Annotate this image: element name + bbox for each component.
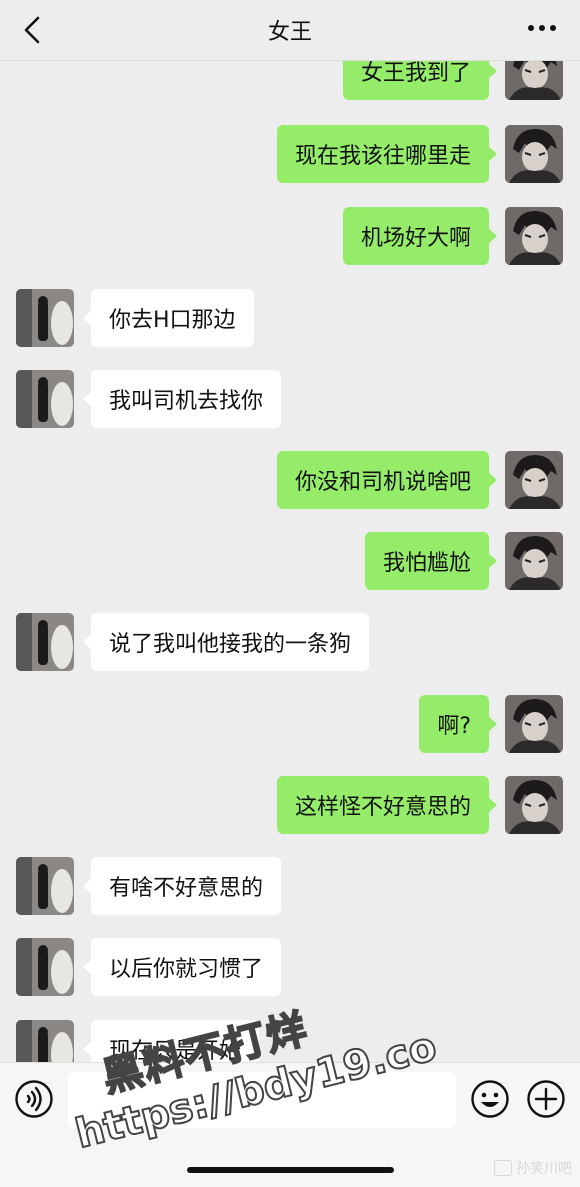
- avatar-other[interactable]: [16, 289, 74, 347]
- message-bubble-other[interactable]: 以后你就习惯了: [82, 938, 282, 996]
- more-icon[interactable]: [526, 16, 558, 40]
- avatar-other[interactable]: [16, 1020, 74, 1062]
- message-bubble-self[interactable]: 现在我该往哪里走: [276, 125, 498, 183]
- avatar-self[interactable]: [505, 451, 563, 509]
- weibo-logo-icon: [494, 1160, 512, 1176]
- message-bubble-self[interactable]: 我怕尴尬: [364, 532, 498, 590]
- message-row: 说了我叫他接我的一条狗: [0, 613, 580, 673]
- avatar-self[interactable]: [505, 532, 563, 590]
- chat-area[interactable]: 女王我到了 现在我该往哪里走 机场好大啊 你去H口那边 我叫司机去找你 你没和司…: [0, 0, 580, 1062]
- message-bubble-self[interactable]: 你没和司机说啥吧: [276, 451, 498, 509]
- avatar-other[interactable]: [16, 938, 74, 996]
- message-row: 你没和司机说啥吧: [0, 451, 580, 511]
- source-mark: 孙笑川吧: [494, 1158, 572, 1178]
- chevron-left-icon[interactable]: [20, 15, 44, 45]
- message-row: 我怕尴尬: [0, 532, 580, 592]
- message-bubble-self[interactable]: 机场好大啊: [342, 207, 498, 265]
- message-row: 现在我该往哪里走: [0, 125, 580, 185]
- avatar-self[interactable]: [505, 125, 563, 183]
- message-bubble-other[interactable]: 现在只是开始: [82, 1020, 260, 1062]
- message-row: 以后你就习惯了: [0, 938, 580, 998]
- message-bubble-self[interactable]: 这样怪不好意思的: [276, 776, 498, 834]
- message-row: 我叫司机去找你: [0, 370, 580, 430]
- message-row: 现在只是开始: [0, 1020, 580, 1062]
- emoji-icon[interactable]: [470, 1079, 510, 1119]
- avatar-other[interactable]: [16, 613, 74, 671]
- message-row: 你去H口那边: [0, 289, 580, 349]
- chat-title: 女王: [267, 20, 312, 45]
- message-bubble-other[interactable]: 说了我叫他接我的一条狗: [82, 613, 370, 671]
- message-row: 啊?: [0, 695, 580, 755]
- message-row: 有啥不好意思的: [0, 857, 580, 917]
- message-row: 这样怪不好意思的: [0, 776, 580, 836]
- message-bubble-other[interactable]: 有啥不好意思的: [82, 857, 282, 915]
- message-row: 机场好大啊: [0, 207, 580, 267]
- avatar-other[interactable]: [16, 857, 74, 915]
- avatar-self[interactable]: [505, 695, 563, 753]
- source-mark-text: 孙笑川吧: [516, 1161, 572, 1177]
- avatar-self[interactable]: [505, 207, 563, 265]
- message-input[interactable]: [68, 1072, 456, 1128]
- message-bubble-self[interactable]: 啊?: [419, 695, 497, 753]
- chat-header: 女王: [0, 0, 580, 61]
- voice-icon[interactable]: [14, 1079, 54, 1119]
- avatar-other[interactable]: [16, 370, 74, 428]
- message-bubble-other[interactable]: 我叫司机去找你: [82, 370, 282, 428]
- message-bubble-other[interactable]: 你去H口那边: [83, 289, 254, 347]
- plus-icon[interactable]: [526, 1079, 566, 1119]
- avatar-self[interactable]: [505, 776, 563, 834]
- home-indicator: [187, 1167, 394, 1173]
- input-bar: [0, 1062, 580, 1187]
